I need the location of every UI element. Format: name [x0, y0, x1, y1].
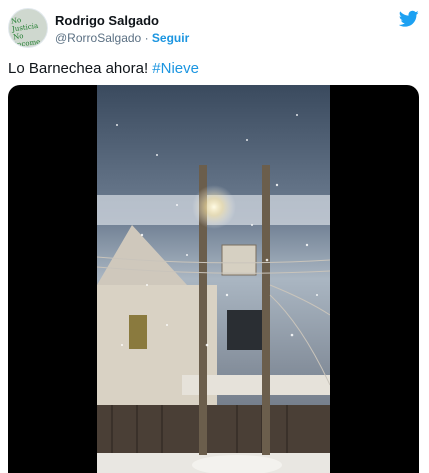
- follow-button[interactable]: Seguir: [152, 31, 189, 45]
- tweet-body: Lo Barnechea ahora!: [8, 60, 153, 77]
- tweet-card: No JusticiaNo IncomePaz Rodrigo Salgado …: [0, 0, 429, 473]
- avatar[interactable]: No JusticiaNo IncomePaz: [8, 8, 48, 48]
- fence: [97, 405, 330, 453]
- hashtag-link[interactable]: #Nieve: [152, 60, 199, 77]
- house-window: [129, 315, 147, 349]
- utility-pole-right: [262, 165, 270, 455]
- avatar-handwriting: No JusticiaNo IncomePaz: [10, 16, 41, 48]
- street-lamp-glow: [192, 185, 236, 229]
- author-meta: @RorroSalgado · Seguir: [55, 31, 189, 45]
- neighbor-window: [227, 310, 263, 350]
- twitter-bird-icon[interactable]: [399, 10, 419, 28]
- transformer: [221, 244, 257, 276]
- separator-dot: ·: [144, 31, 149, 45]
- author-name[interactable]: Rodrigo Salgado: [55, 13, 159, 28]
- tweet-header: No JusticiaNo IncomePaz Rodrigo Salgado …: [8, 8, 421, 48]
- tweet-text: Lo Barnechea ahora! #Nieve: [8, 60, 199, 77]
- video-player[interactable]: [8, 85, 419, 473]
- video-frame: [97, 85, 330, 473]
- author-handle[interactable]: @RorroSalgado: [55, 31, 141, 45]
